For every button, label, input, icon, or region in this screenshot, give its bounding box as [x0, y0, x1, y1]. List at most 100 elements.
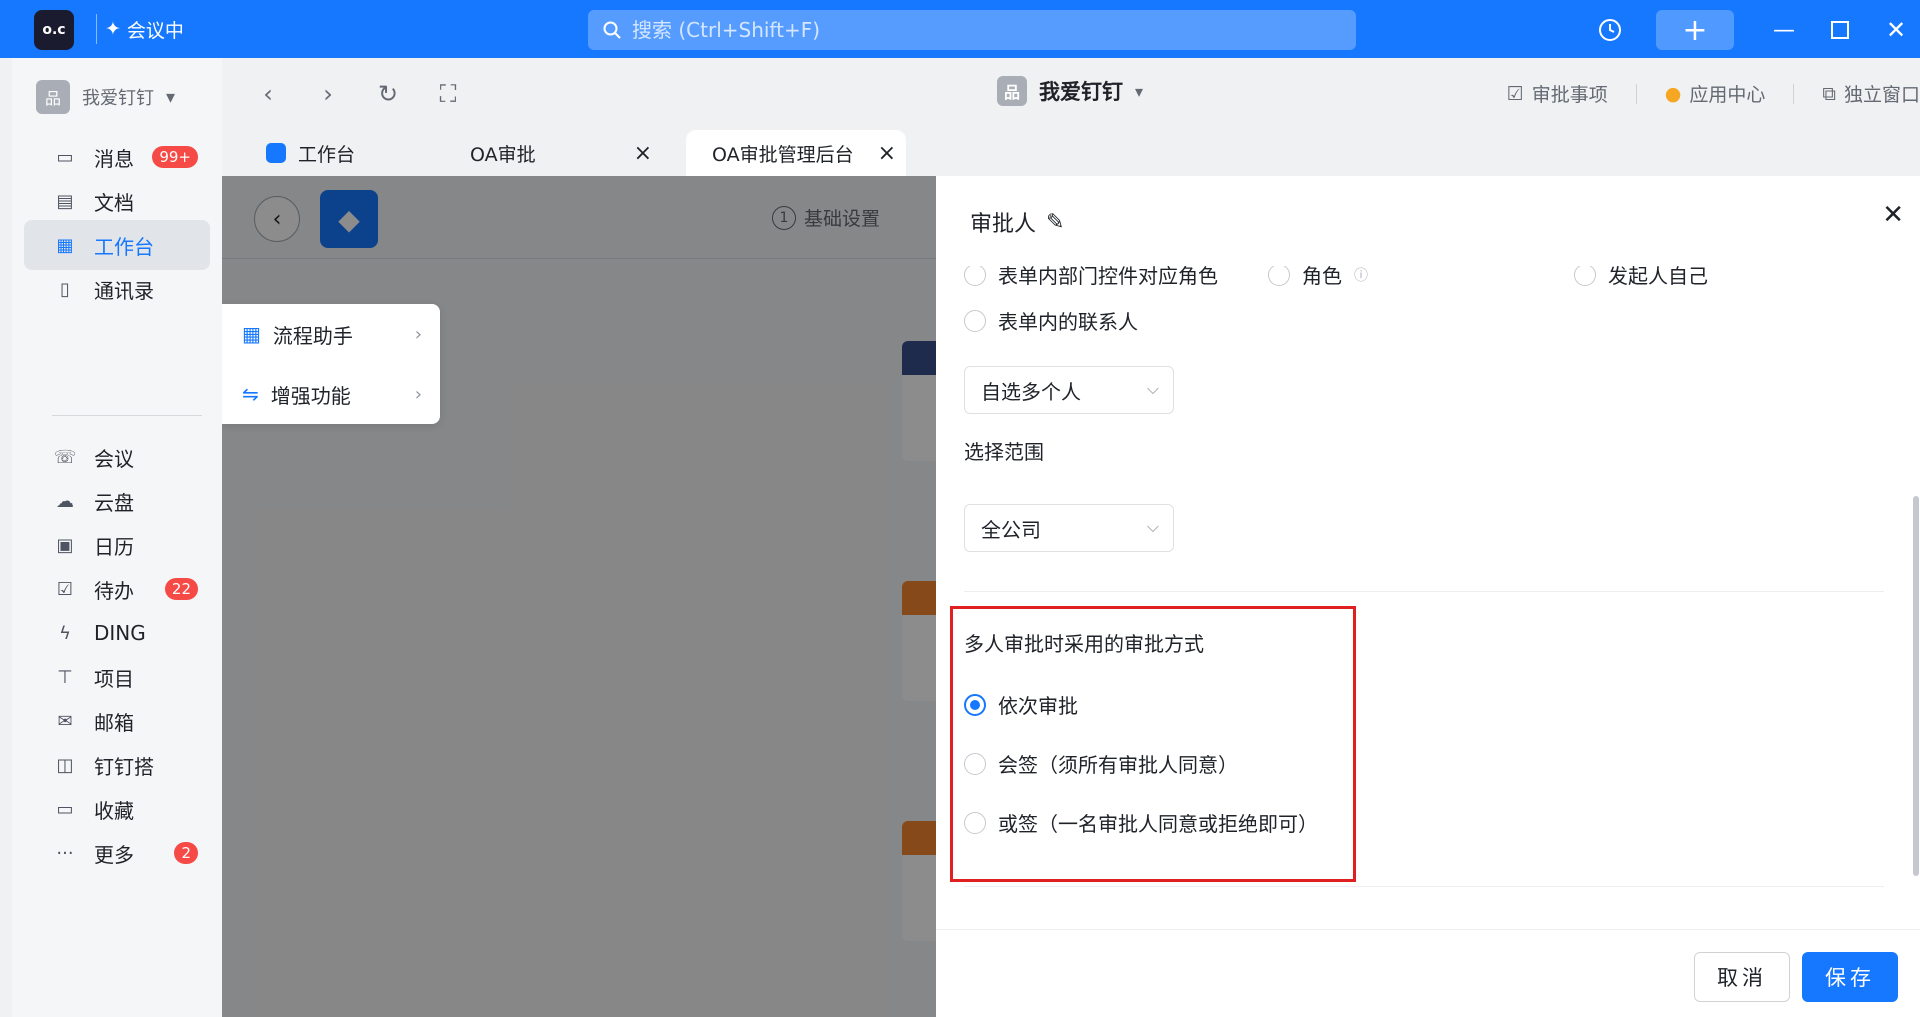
- sidebar-item-todo[interactable]: ☑ 待办 22: [24, 564, 210, 614]
- minimize-button[interactable]: —: [1764, 10, 1804, 50]
- mail-icon: ✉: [57, 710, 73, 732]
- add-button[interactable]: +: [1656, 10, 1734, 50]
- edit-pencil-icon[interactable]: ✎: [1046, 210, 1064, 235]
- window-close-button[interactable]: ✕: [1876, 10, 1916, 50]
- sidebar-item-label: 钉钉搭: [94, 754, 154, 779]
- sidebar-item-mail[interactable]: ✉ 邮箱: [24, 696, 210, 746]
- app-center-link[interactable]: ● 应用中心: [1665, 80, 1766, 107]
- separator: [1635, 83, 1637, 104]
- sidebar-item-docs[interactable]: ▤ 文档: [24, 176, 210, 226]
- sidebar-item-more[interactable]: ··· 更多 2: [24, 828, 210, 878]
- sidebar-item-favorites[interactable]: ▭ 收藏: [24, 784, 210, 834]
- sidebar-item-meeting[interactable]: ☏ 会议: [24, 432, 210, 482]
- org-avatar-icon: 品: [997, 76, 1027, 106]
- footer-divider: [936, 929, 1920, 930]
- sidebar: 品 我爱钉钉 ▾ ▭ 消息 99+ ▤ 文档 ▦ 工作台 ▯ 通讯录 ☏ 会议 …: [12, 58, 222, 1017]
- grid-icon: ▦: [56, 234, 74, 256]
- approval-items-link[interactable]: ☑ 审批事项: [1507, 80, 1608, 107]
- sidebar-item-project[interactable]: ⊤ 项目: [24, 652, 210, 702]
- dingtalk-logo[interactable]: o.c: [34, 10, 74, 50]
- option-form-dept-role[interactable]: 表单内部门控件对应角色: [964, 266, 1218, 289]
- sidebar-item-contacts[interactable]: ▯ 通讯录: [24, 264, 210, 314]
- tab-workbench[interactable]: 工作台: [266, 130, 446, 176]
- sidebar-item-label: 日历: [94, 534, 134, 559]
- sidebar-item-label: 待办: [94, 578, 134, 603]
- info-icon: ⓘ: [1354, 267, 1368, 284]
- sidebar-item-ding[interactable]: ϟ DING: [24, 608, 210, 658]
- unread-badge: 99+: [152, 146, 198, 168]
- chevron-down-icon: ⌵: [1146, 517, 1159, 536]
- refresh-icon[interactable]: ↻: [372, 78, 404, 110]
- meeting-status-chip[interactable]: ✦ 会议中: [96, 14, 184, 44]
- sidebar-item-label: 工作台: [94, 234, 154, 259]
- title-bar: o.c ✦ 会议中 + — ✕: [0, 0, 1920, 58]
- project-icon: ⊤: [57, 666, 73, 688]
- search-icon: [603, 21, 621, 39]
- sidebar-item-cloud[interactable]: ☁ 云盘: [24, 476, 210, 526]
- sidebar-item-label: 会议: [94, 446, 134, 471]
- sidebar-item-label: DING: [94, 621, 146, 645]
- scroll-thumb[interactable]: [1913, 496, 1919, 876]
- drawer-close-button[interactable]: ✕: [1882, 200, 1904, 230]
- range-label: 选择范围: [964, 440, 1044, 464]
- bookmark-icon: ▭: [56, 798, 74, 820]
- cloud-icon: ☁: [56, 490, 74, 512]
- option-form-contact[interactable]: 表单内的联系人: [964, 306, 1138, 335]
- approver-drawer: 审批人 ✎ ✕ 表单内部门控件对应角色 角色 ⓘ 发起人自己 表单内的联系人 自…: [936, 176, 1920, 1017]
- enhanced-features-item[interactable]: ⇋ 增强功能 ›: [222, 364, 440, 424]
- search-bar[interactable]: [588, 10, 1356, 50]
- org-switcher[interactable]: 品 我爱钉钉 ▾: [36, 80, 175, 114]
- chat-icon: ▭: [56, 146, 74, 168]
- sidebar-item-label: 项目: [94, 666, 134, 691]
- app-center-icon: ●: [1664, 82, 1682, 105]
- sidebar-item-builder[interactable]: ◫ 钉钉搭: [24, 740, 210, 790]
- option-role[interactable]: 角色 ⓘ: [1268, 266, 1368, 289]
- chevron-right-icon: ›: [414, 383, 422, 405]
- sidebar-item-label: 更多: [94, 842, 134, 867]
- select-mode-dropdown[interactable]: 自选多个人 ⌵: [964, 366, 1174, 414]
- range-dropdown[interactable]: 全公司 ⌵: [964, 504, 1174, 552]
- grid-icon: [266, 143, 286, 163]
- external-window-icon: ⧉: [1822, 82, 1836, 105]
- option-self[interactable]: 发起人自己: [1574, 266, 1708, 289]
- tab-oa-approval[interactable]: OA审批 ×: [462, 130, 662, 176]
- radio-button[interactable]: [1574, 266, 1596, 286]
- link-label: 审批事项: [1531, 84, 1608, 106]
- radio-button[interactable]: [964, 266, 986, 286]
- flow-assistant-item[interactable]: ▦ 流程助手 ›: [222, 304, 440, 364]
- flow-side-menu: ▦ 流程助手 › ⇋ 增强功能 ›: [222, 304, 440, 424]
- tab-label: 工作台: [298, 143, 356, 166]
- sidebar-item-messages[interactable]: ▭ 消息 99+: [24, 132, 210, 182]
- tab-oa-admin[interactable]: OA审批管理后台 ×: [686, 130, 906, 176]
- tab-label: OA审批: [470, 143, 536, 166]
- section-divider: [964, 591, 1884, 592]
- search-input[interactable]: [632, 18, 1332, 42]
- fullscreen-icon[interactable]: ⛶: [432, 78, 464, 110]
- history-icon[interactable]: [1590, 10, 1630, 50]
- forward-arrow-icon[interactable]: ›: [312, 78, 344, 110]
- save-button[interactable]: 保存: [1802, 952, 1898, 1002]
- chevron-right-icon: ›: [414, 323, 422, 345]
- toolbar-org-switcher[interactable]: 品 我爱钉钉 ▾: [997, 76, 1143, 106]
- org-name: 我爱钉钉: [82, 88, 154, 109]
- sidebar-item-calendar[interactable]: ▣ 日历: [24, 520, 210, 570]
- radio-button[interactable]: [964, 309, 986, 332]
- sidebar-item-label: 邮箱: [94, 710, 134, 735]
- close-icon[interactable]: ×: [634, 141, 652, 166]
- todo-badge: 22: [164, 578, 198, 600]
- link-label: 独立窗口: [1843, 84, 1920, 106]
- chevron-down-icon: ⌵: [1146, 379, 1159, 398]
- close-icon[interactable]: ×: [878, 141, 896, 166]
- sidebar-item-label: 消息: [94, 146, 134, 171]
- drawer-title-text: 审批人: [970, 212, 1037, 237]
- cancel-button[interactable]: 取消: [1694, 952, 1790, 1002]
- sidebar-item-workbench[interactable]: ▦ 工作台: [24, 220, 210, 270]
- calendar-icon: ▣: [56, 534, 74, 556]
- flow-icon: ▦: [242, 322, 261, 346]
- drawer-scrollbar[interactable]: [1912, 216, 1920, 876]
- radio-button[interactable]: [1268, 266, 1290, 286]
- standalone-window-link[interactable]: ⧉ 独立窗口: [1822, 80, 1920, 107]
- back-arrow-icon[interactable]: ‹: [252, 78, 284, 110]
- maximize-button[interactable]: [1820, 10, 1860, 50]
- tab-label: OA审批管理后台: [712, 143, 854, 166]
